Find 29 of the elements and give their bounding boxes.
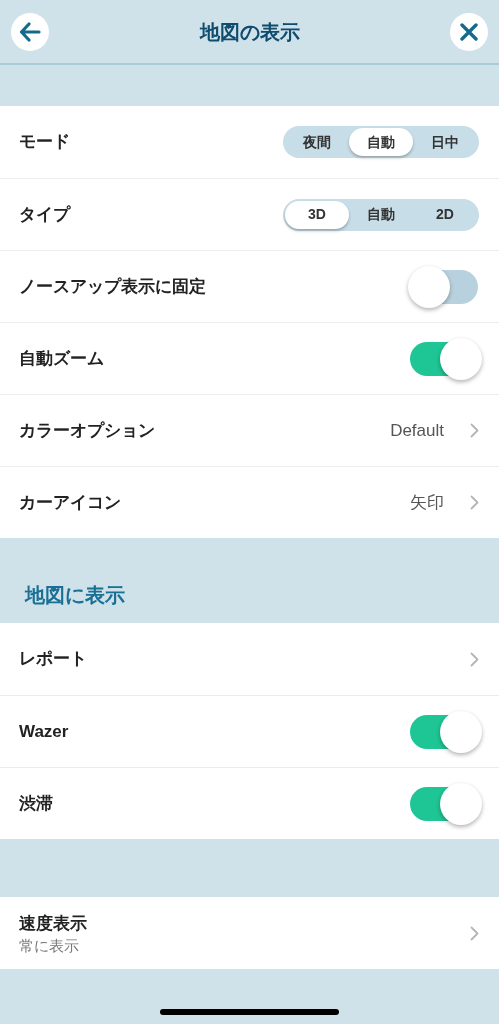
- setting-subtitle: 常に表示: [19, 936, 80, 955]
- section-title: 地図に表示: [25, 583, 125, 608]
- back-arrow-icon: [19, 21, 41, 42]
- chevron-right-icon: [470, 925, 479, 941]
- segment-option[interactable]: 2D: [413, 200, 477, 229]
- page-title: 地図の表示: [199, 19, 300, 45]
- segment-option[interactable]: 3D: [285, 200, 349, 229]
- setting-label: カーアイコン: [19, 491, 122, 514]
- setting-label: 自動ズーム: [19, 347, 105, 370]
- segment-option[interactable]: 自動: [349, 128, 413, 156]
- setting-label: ノースアップ表示に固定: [19, 275, 207, 298]
- setting-label: 渋滞: [19, 792, 54, 815]
- segment-option[interactable]: 自動: [349, 200, 413, 229]
- close-button[interactable]: [450, 12, 488, 51]
- setting-value: Default: [390, 419, 444, 442]
- back-button[interactable]: [11, 12, 49, 51]
- chevron-right-icon: [470, 423, 479, 438]
- setting-label: レポート: [19, 648, 88, 671]
- chevron-right-icon: [470, 495, 479, 510]
- segment-option[interactable]: 夜間: [285, 128, 349, 156]
- setting-label: 速度表示: [19, 913, 88, 936]
- close-icon: [460, 22, 478, 41]
- setting-value: 矢印: [410, 491, 444, 514]
- chevron-right-icon: [470, 651, 479, 667]
- setting-label: タイプ: [19, 203, 72, 226]
- setting-label: モード: [19, 131, 71, 154]
- segment-option[interactable]: 日中: [413, 128, 477, 156]
- setting-label: カラーオプション: [19, 419, 156, 442]
- setting-label: Wazer: [19, 720, 70, 743]
